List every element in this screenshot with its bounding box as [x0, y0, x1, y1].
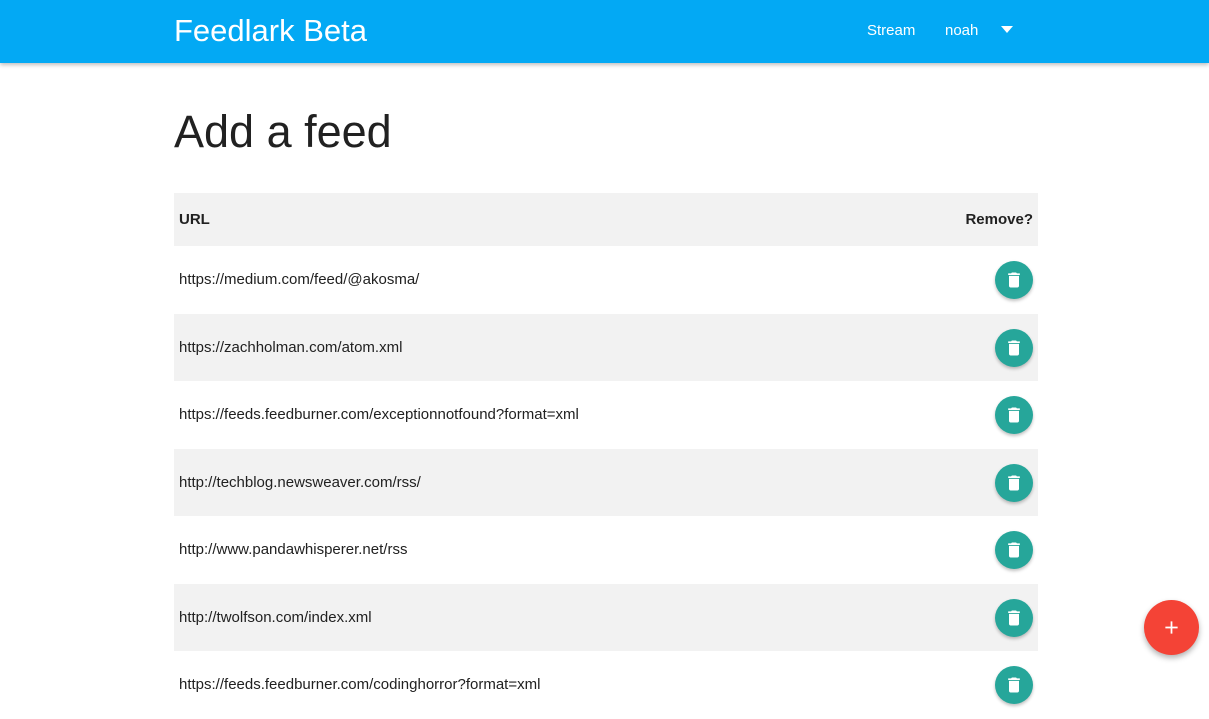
navbar: Feedlark Beta Stream noah: [0, 0, 1209, 63]
feed-url: http://twolfson.com/index.xml: [179, 608, 372, 626]
table-row: http://www.pandawhisperer.net/rss: [174, 516, 1038, 584]
trash-icon: [1008, 677, 1020, 693]
table-header: URL Remove?: [174, 193, 1038, 246]
delete-feed-button[interactable]: [995, 531, 1033, 569]
trash-icon: [1008, 610, 1020, 625]
trash-icon: [1008, 272, 1020, 288]
trash-icon: [1008, 407, 1020, 423]
table-row: https://feeds.feedburner.com/codinghorro…: [174, 651, 1038, 719]
table-row: https://medium.com/feed/@akosma/: [174, 246, 1038, 314]
caret-down-icon[interactable]: [1001, 26, 1013, 33]
delete-feed-button[interactable]: [995, 598, 1033, 637]
table-body: https://medium.com/feed/@akosma/ https:/…: [174, 246, 1038, 719]
feed-url: https://feeds.feedburner.com/exceptionno…: [179, 406, 579, 423]
page-title: Add a feed: [174, 106, 392, 157]
delete-feed-button[interactable]: [995, 396, 1033, 434]
feed-url: http://techblog.newsweaver.com/rss/: [179, 473, 421, 491]
table-row: http://twolfson.com/index.xml: [174, 583, 1038, 651]
add-feed-button[interactable]: [1144, 600, 1199, 655]
table-row: https://zachholman.com/atom.xml: [174, 313, 1038, 381]
feed-url: https://zachholman.com/atom.xml: [179, 338, 403, 356]
feed-url: https://medium.com/feed/@akosma/: [179, 271, 420, 288]
delete-feed-button[interactable]: [995, 261, 1033, 299]
nav-stream-link[interactable]: Stream: [867, 21, 915, 41]
trash-icon: [1008, 542, 1020, 558]
column-header-remove: Remove?: [965, 211, 1033, 228]
delete-feed-button[interactable]: [995, 328, 1033, 367]
brand-logo[interactable]: Feedlark Beta: [174, 13, 367, 49]
plus-icon: [1165, 621, 1178, 634]
delete-feed-button[interactable]: [995, 666, 1033, 704]
feed-url: http://www.pandawhisperer.net/rss: [179, 541, 408, 558]
table-row: https://feeds.feedburner.com/exceptionno…: [174, 381, 1038, 449]
feeds-table: URL Remove? https://medium.com/feed/@ako…: [174, 193, 1038, 719]
table-row: http://techblog.newsweaver.com/rss/: [174, 448, 1038, 516]
nav-user-menu[interactable]: noah: [945, 21, 978, 41]
trash-icon: [1008, 340, 1020, 355]
delete-feed-button[interactable]: [995, 463, 1033, 502]
trash-icon: [1008, 475, 1020, 490]
feed-url: https://feeds.feedburner.com/codinghorro…: [179, 676, 541, 693]
column-header-url: URL: [179, 211, 210, 228]
